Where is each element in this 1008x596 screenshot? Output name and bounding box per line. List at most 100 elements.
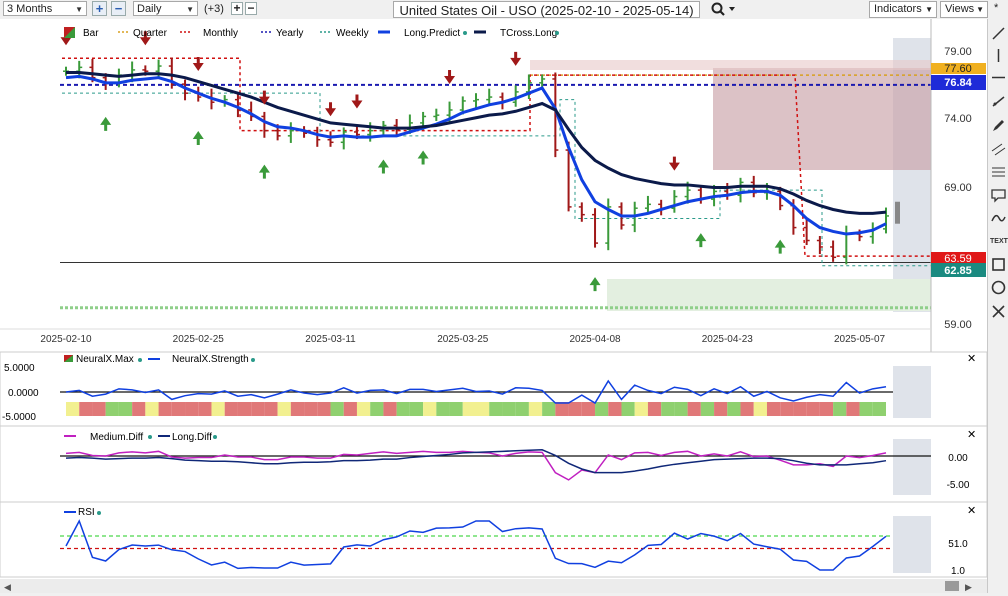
chart-title[interactable]: United States Oil - USO (2025-02-10 - 20…	[393, 1, 700, 18]
settings-dot-icon[interactable]	[213, 435, 217, 439]
legend-long-diff[interactable]: Long.Diff	[172, 432, 212, 443]
neuralx-max-cell	[476, 402, 490, 416]
neuralx-max-cell	[185, 402, 199, 416]
resistance-zone	[713, 68, 931, 170]
neuralx-max-cell	[356, 402, 371, 416]
neuralx-tick: -5.0000	[2, 412, 36, 423]
neuralx-max-cell	[118, 402, 133, 416]
neuralx-max-cell	[158, 402, 172, 416]
add-indicator-button[interactable]: +	[231, 2, 243, 15]
neuralx-max-cell	[79, 402, 93, 416]
date-tick-label: 2025-05-07	[834, 334, 886, 345]
neuralx-max-cell	[343, 402, 357, 416]
legend-yearly[interactable]: Yearly	[276, 28, 303, 39]
zoom-out-button[interactable]: −	[111, 1, 126, 16]
views-button[interactable]: Views ▼	[940, 1, 988, 18]
legend-tcross-long[interactable]: TCross.Long	[500, 28, 557, 39]
rsi-tick: 51.0	[948, 539, 968, 550]
legend-weekly[interactable]: Weekly	[336, 28, 369, 39]
neuralx-max-cell	[330, 402, 344, 416]
period-select[interactable]: 3 Months ▼	[3, 1, 87, 16]
interval-value: Daily	[137, 3, 162, 15]
date-tick-label: 2025-02-25	[173, 334, 225, 345]
neuralx-max-cell	[317, 402, 331, 416]
neuralx-max-cell	[766, 402, 781, 416]
settings-dot-icon[interactable]	[555, 31, 559, 35]
neuralx-max-cell	[436, 402, 450, 416]
zoom-in-button[interactable]: +	[92, 1, 107, 16]
neuralx-max-cell	[595, 402, 609, 416]
channel-tool-icon[interactable]	[990, 141, 1007, 158]
legend-rsi[interactable]: RSI	[78, 507, 95, 518]
neuralx-max-cell	[740, 402, 754, 416]
curve-tool-icon[interactable]	[990, 210, 1007, 227]
neuralx-max-cell	[92, 402, 106, 416]
horizontal-line-tool-icon[interactable]	[990, 69, 1007, 86]
neuralx-max-cell	[423, 402, 437, 416]
price-tick: 74.00	[944, 113, 972, 125]
settings-dot-icon[interactable]	[463, 31, 467, 35]
neuralx-max-cell	[674, 402, 688, 416]
chevron-down-icon: ▼	[75, 5, 83, 14]
neuralx-max-cell	[383, 402, 397, 416]
neuralx-max-cell	[753, 402, 767, 416]
neuralx-max-cell	[264, 402, 278, 416]
neuralx-max-cell	[714, 402, 728, 416]
legend-neuralx-strength[interactable]: NeuralX.Strength	[172, 354, 249, 365]
delete-drawings-icon[interactable]	[990, 303, 1007, 320]
neuralx-tick: 5.0000	[4, 363, 35, 374]
scrollbar-thumb[interactable]	[945, 581, 959, 591]
remove-indicator-button[interactable]: −	[245, 2, 257, 15]
fibonacci-tool-icon[interactable]	[990, 164, 1007, 181]
neuralx-max-cell	[555, 402, 569, 416]
settings-dot-icon[interactable]	[138, 358, 142, 362]
neuralx-max-cell	[132, 402, 146, 416]
neuralx-max-cell	[568, 402, 582, 416]
close-panel-icon[interactable]: ✕	[967, 353, 976, 365]
legend-bar[interactable]: Bar	[83, 28, 99, 39]
vertical-line-tool-icon[interactable]	[990, 47, 1007, 64]
ray-tool-icon[interactable]	[990, 93, 1007, 110]
settings-dot-icon[interactable]	[97, 511, 101, 515]
legend-neuralx-max[interactable]: NeuralX.Max	[76, 354, 134, 365]
projected-bar	[895, 201, 900, 224]
neuralx-max-cell	[819, 402, 834, 416]
neuralx-max-cell	[211, 402, 225, 416]
legend-monthly[interactable]: Monthly	[203, 28, 238, 39]
neuralx-max-cell	[647, 402, 662, 416]
indicators-button[interactable]: Indicators ▼	[869, 1, 937, 18]
neuralx-max-cell	[621, 402, 635, 416]
horizontal-scrollbar[interactable]	[0, 579, 987, 593]
weekly-badge-value: 62.85	[944, 265, 972, 277]
legend-medium-diff[interactable]: Medium.Diff	[90, 432, 143, 443]
chart-canvas[interactable]: 79.00 74.00 69.00 59.00 77.60 76.84 63.5…	[0, 19, 988, 593]
settings-dot-icon[interactable]	[148, 435, 152, 439]
minus-icon: −	[114, 1, 123, 16]
legend-long-predict[interactable]: Long.Predict	[404, 28, 460, 39]
rectangle-tool-icon[interactable]	[990, 256, 1007, 273]
neuralx-max-cell	[237, 402, 252, 416]
search-button[interactable]	[707, 1, 737, 18]
scroll-right-icon[interactable]: ▶	[965, 582, 972, 592]
star-marker: *	[994, 2, 999, 14]
period-value: 3 Months	[7, 3, 53, 15]
trendline-tool-icon[interactable]	[990, 25, 1007, 42]
scroll-left-icon[interactable]: ◀	[4, 582, 11, 592]
legend-quarter[interactable]: Quarter	[133, 28, 168, 39]
text-tool-icon[interactable]: TEXT	[990, 233, 1008, 250]
date-tick-label: 2025-04-23	[702, 334, 754, 345]
neuralx-max-cell	[198, 402, 212, 416]
ellipse-tool-icon[interactable]	[990, 279, 1007, 296]
views-label: Views	[945, 3, 975, 15]
interval-select[interactable]: Daily ▼	[133, 1, 198, 16]
close-panel-icon[interactable]: ✕	[967, 429, 976, 441]
neuralx-max-cell	[396, 402, 410, 416]
chart-area[interactable]: 79.00 74.00 69.00 59.00 77.60 76.84 63.5…	[0, 19, 988, 593]
settings-dot-icon[interactable]	[251, 358, 255, 362]
neuralx-max-cell	[66, 402, 80, 416]
close-panel-icon[interactable]: ✕	[967, 505, 976, 517]
callout-tool-icon[interactable]	[990, 187, 1007, 204]
neuralx-max-cell	[687, 402, 701, 416]
neuralx-max-cell	[608, 402, 622, 416]
pen-tool-icon[interactable]	[990, 117, 1007, 134]
